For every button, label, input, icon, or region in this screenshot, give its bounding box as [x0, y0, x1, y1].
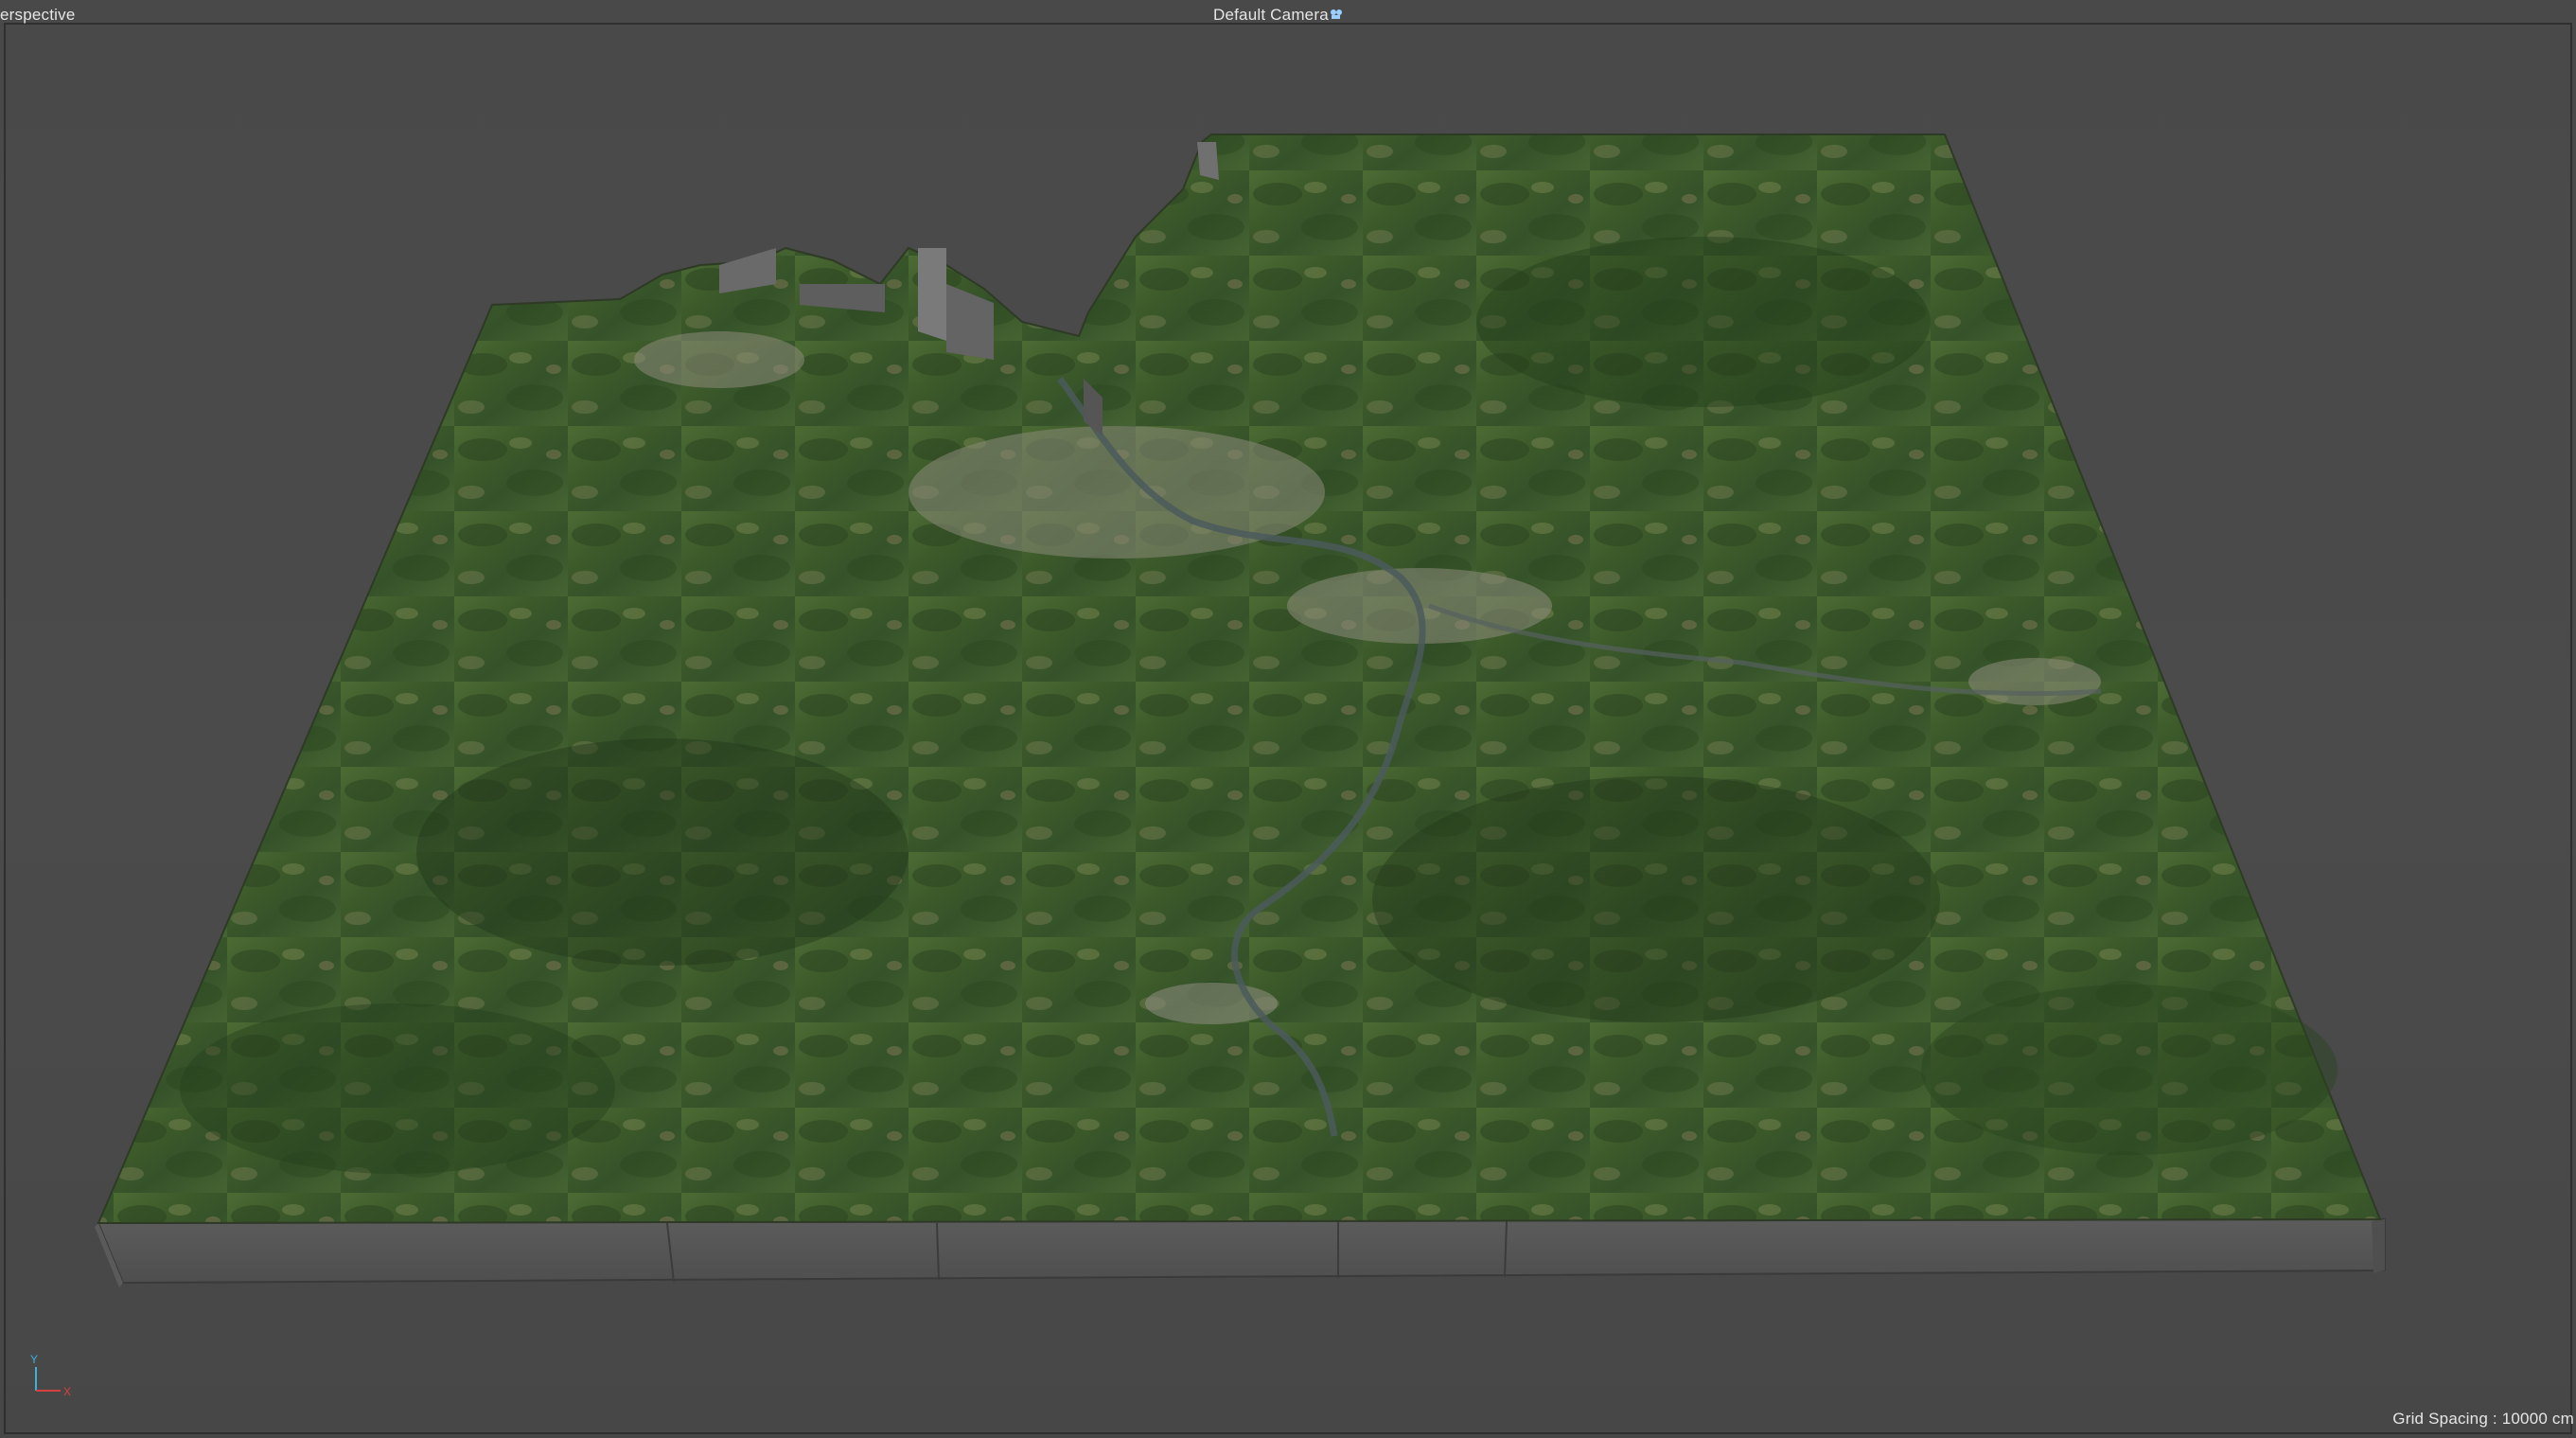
axis-gizmo: Y X [30, 1353, 71, 1398]
terrain-model[interactable] [0, 0, 2576, 1438]
3d-viewport[interactable]: erspective Default Camera Y X Grid Spaci… [0, 0, 2576, 1438]
terrain-slab-right [2372, 1219, 2385, 1273]
y-axis-label: Y [30, 1353, 38, 1366]
grid-spacing-label: Grid Spacing : 10000 cm [2392, 1410, 2574, 1428]
terrain-slab-front [97, 1217, 2386, 1285]
x-axis-label: X [63, 1385, 71, 1398]
